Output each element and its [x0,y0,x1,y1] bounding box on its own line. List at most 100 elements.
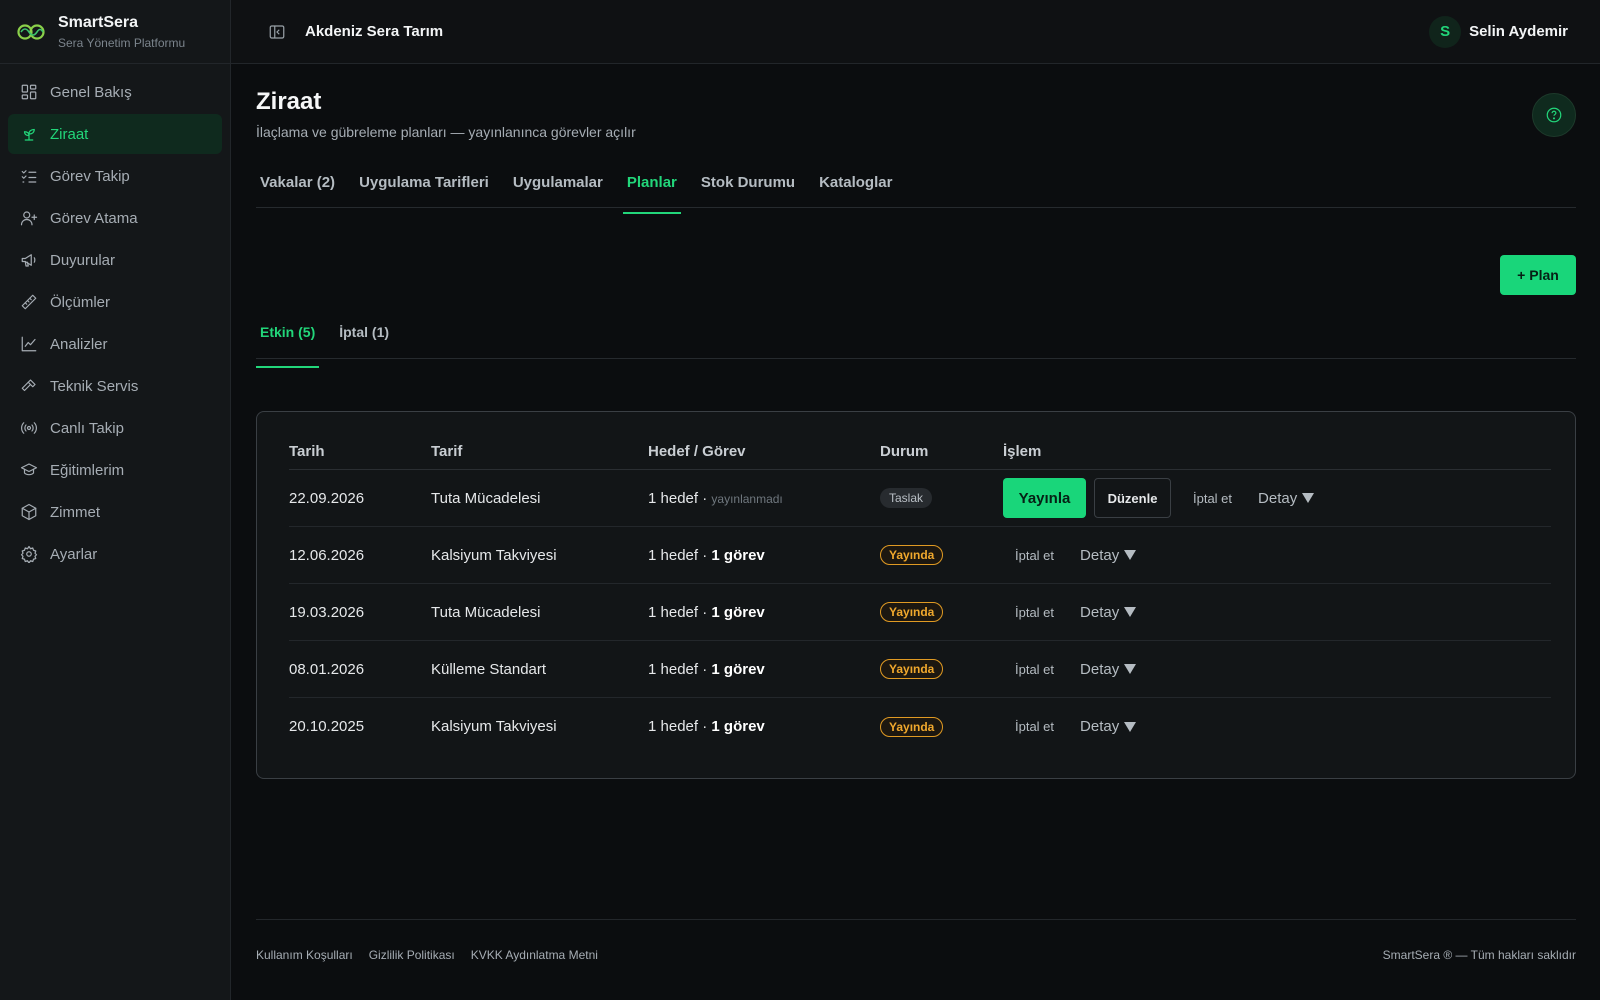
footer-link-privacy[interactable]: Gizlilik Politikası [369,948,455,962]
row-target: 1 hedef [648,489,699,507]
column-header-islem: İşlem [1003,442,1042,460]
row-task: 1 görev [711,546,765,564]
status-badge: Taslak [880,488,933,508]
cancel-plan-button[interactable]: İptal et [1003,596,1066,628]
sidebar-item-duyurular[interactable]: Duyurular [8,240,222,280]
row-target: 1 hedef [648,603,699,621]
caret-down-icon [1124,607,1137,617]
row-target: 1 hedef [648,718,699,735]
cancel-plan-button[interactable]: İptal et [1181,482,1244,514]
sidebar-item-label: Duyurular [50,251,116,269]
avatar: S [1429,15,1462,48]
row-status: Yayında [880,659,1003,679]
plan-status-tabs: Etkin (5) İptal (1) [256,316,1576,368]
sidebar-toggle-icon[interactable] [265,20,289,44]
cancel-plan-button[interactable]: İptal et [1003,539,1066,571]
footer-link-terms[interactable]: Kullanım Koşulları [256,948,353,962]
sidebar-item-zimmet[interactable]: Zimmet [8,492,222,532]
cancel-plan-button[interactable]: İptal et [1003,711,1066,743]
tab-uygulamalar[interactable]: Uygulamalar [509,166,607,207]
status-badge: Yayında [880,602,944,622]
row-task: yayınlanmadı [711,491,783,506]
cancel-plan-button[interactable]: İptal et [1003,653,1066,685]
row-date: 12.06.2026 [289,546,365,564]
row-date: 22.09.2026 [289,489,365,507]
detail-button[interactable]: Detay [1080,539,1137,571]
row-recipe: Külleme Standart [431,660,547,678]
sidebar-item-ayarlar[interactable]: Ayarlar [8,534,222,574]
copyright: SmartSera ® — Tüm hakları saklıdır [1382,948,1576,962]
row-actions: İptal et Detay [1003,653,1551,685]
detail-button[interactable]: Detay [1080,653,1137,685]
user-menu[interactable]: S Selin Aydemir [1429,15,1568,48]
row-target-task: 1 hedef · 1 görev [648,604,880,621]
table-row: 20.10.2025 Kalsiyum Takviyesi 1 hedef · … [289,698,1551,755]
edit-button[interactable]: Düzenle [1094,478,1171,518]
sidebar-item-label: Ayarlar [50,545,98,563]
plans-table: Tarih Tarif Hedef / Görev Durum İşlem 22… [256,411,1576,779]
sidebar-item-canli-takip[interactable]: Canlı Takip [8,408,222,448]
sidebar-item-label: Eğitimlerim [50,461,125,479]
detail-button[interactable]: Detay [1080,711,1137,743]
organization-title: Akdeniz Sera Tarım [305,23,444,40]
broadcast-icon [20,419,38,437]
sprout-icon [20,125,38,143]
row-status: Taslak [880,488,1003,508]
add-plan-button[interactable]: + Plan [1500,255,1576,295]
brand[interactable]: SmartSera Sera Yönetim Platformu [0,0,230,64]
megaphone-icon [20,251,38,269]
tab-vakalar[interactable]: Vakalar (2) [256,166,339,207]
footer-links: Kullanım Koşulları Gizlilik Politikası K… [256,948,614,962]
sidebar-item-ziraat[interactable]: Ziraat [8,114,222,154]
row-target-task: 1 hedef · 1 görev [648,547,880,564]
detail-label: Detay [1080,660,1120,678]
ruler-icon [20,293,38,311]
caret-down-icon [1124,721,1137,732]
row-actions: İptal et Detay [1003,711,1551,743]
sidebar-item-egitimlerim[interactable]: Eğitimlerim [8,450,222,490]
sidebar-item-analizler[interactable]: Analizler [8,324,222,364]
row-recipe: Tuta Mücadelesi [431,603,541,621]
row-status: Yayında [880,545,1003,565]
tab-etkin[interactable]: Etkin (5) [256,316,320,368]
row-status: Yayında [880,716,1003,737]
row-task: 1 görev [711,718,765,735]
caret-down-icon [1302,493,1315,503]
row-separator: · [698,489,712,507]
sidebar-item-olcumler[interactable]: Ölçümler [8,282,222,322]
status-badge: Yayında [880,659,944,679]
tab-kataloglar[interactable]: Kataloglar [815,166,896,207]
column-header-tarif: Tarif [431,443,463,460]
sidebar-item-label: Teknik Servis [50,377,139,395]
tab-planlar[interactable]: Planlar [622,166,681,214]
footer-link-kvkk[interactable]: KVKK Aydınlatma Metni [471,948,598,962]
sidebar-item-gorev-atama[interactable]: Görev Atama [8,198,222,238]
detail-label: Detay [1258,489,1298,507]
sidebar-item-genel-bakis[interactable]: Genel Bakış [8,72,222,112]
tab-uygulama-tarifleri[interactable]: Uygulama Tarifleri [355,166,493,207]
sidebar-item-label: Analizler [50,335,108,353]
detail-button[interactable]: Detay [1258,482,1315,514]
page-subtitle: İlaçlama ve gübreleme planları — yayınla… [256,124,636,140]
tab-stok-durumu[interactable]: Stok Durumu [697,166,799,207]
sidebar-item-gorev-takip[interactable]: Görev Takip [8,156,222,196]
hammer-icon [20,377,38,395]
gear-icon [20,545,38,563]
tab-iptal[interactable]: İptal (1) [335,316,393,358]
row-date: 19.03.2026 [289,603,365,621]
sidebar-nav: Genel Bakış Ziraat Görev Takip Görev Ata… [0,64,230,584]
row-separator: · [698,718,712,735]
column-header-durum: Durum [880,443,929,460]
page-title: Ziraat [256,88,322,115]
detail-button[interactable]: Detay [1080,596,1137,628]
row-recipe: Kalsiyum Takviyesi [431,546,557,564]
user-name: Selin Aydemir [1469,23,1568,40]
publish-button[interactable]: Yayınla [1003,478,1086,518]
sidebar-item-label: Görev Atama [50,209,138,227]
sidebar-item-teknik-servis[interactable]: Teknik Servis [8,366,222,406]
row-task: 1 görev [711,660,765,678]
row-target-task: 1 hedef · 1 görev [648,661,880,678]
table-body: 22.09.2026 Tuta Mücadelesi 1 hedef · yay… [289,470,1551,755]
sidebar-item-label: Canlı Takip [50,419,124,437]
help-button[interactable] [1532,93,1576,137]
